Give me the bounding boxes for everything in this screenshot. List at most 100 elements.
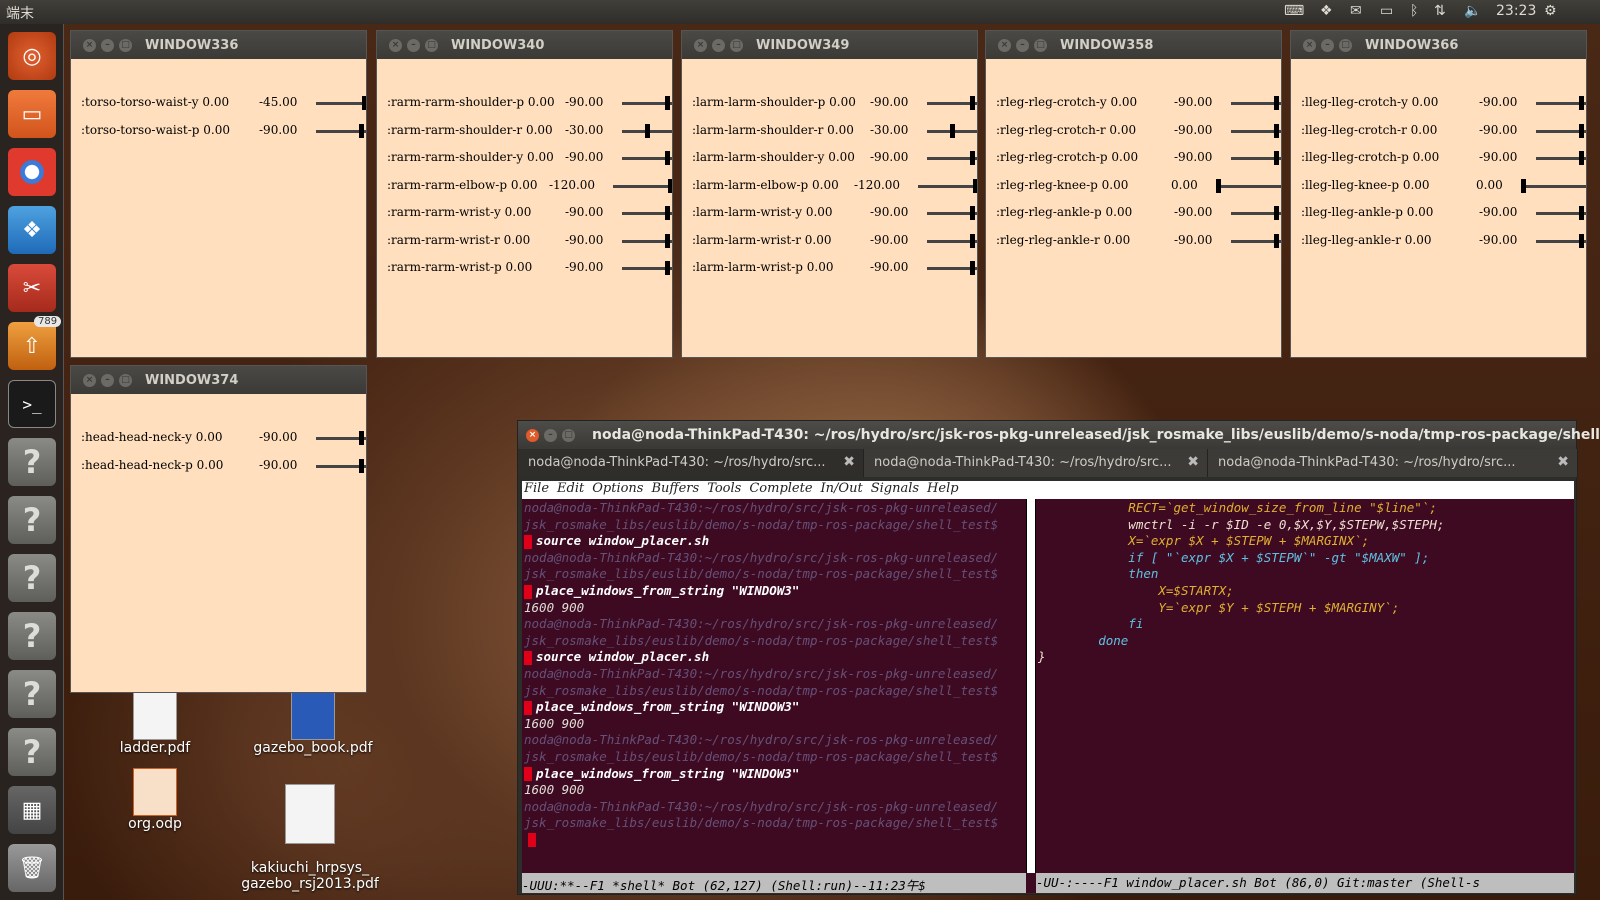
slider-thumb[interactable] xyxy=(664,96,670,110)
joint-slider[interactable] xyxy=(927,261,977,275)
joint-slider[interactable] xyxy=(1536,206,1586,220)
maximize-icon[interactable]: □ xyxy=(562,429,575,442)
maximize-icon[interactable]: □ xyxy=(119,39,132,52)
slider-thumb[interactable] xyxy=(1273,123,1279,138)
joint-slider[interactable] xyxy=(1231,151,1281,165)
close-tab-icon[interactable]: ✖ xyxy=(1557,454,1569,470)
slider-thumb[interactable] xyxy=(1521,178,1526,193)
close-icon[interactable]: × xyxy=(83,374,96,387)
joint-slider[interactable] xyxy=(918,178,977,193)
joint-slider[interactable] xyxy=(622,206,672,220)
minimize-icon[interactable]: – xyxy=(1016,39,1029,52)
joint-slider[interactable] xyxy=(1536,151,1586,165)
terminal-window[interactable]: × – □ noda@noda-ThinkPad-T430: ~/ros/hyd… xyxy=(517,420,1600,895)
emacs-menu-item[interactable]: Help xyxy=(927,481,959,496)
desktop-file-org-odp[interactable]: org.odp xyxy=(110,768,200,832)
gear-icon[interactable]: ⚙ xyxy=(1544,3,1557,19)
settings-icon[interactable]: ✂ xyxy=(8,264,56,312)
slider-thumb[interactable] xyxy=(969,233,975,248)
close-icon[interactable]: × xyxy=(694,39,707,52)
slider-thumb[interactable] xyxy=(362,96,366,110)
joint-slider[interactable] xyxy=(1521,178,1586,193)
joint-slider[interactable] xyxy=(1536,123,1586,138)
dropbox-launcher-icon[interactable]: ❖ xyxy=(8,206,56,254)
unknown-app-icon[interactable]: ? xyxy=(8,554,56,602)
window-titlebar[interactable]: × – □ WINDOW349 xyxy=(682,31,977,59)
joint-slider[interactable] xyxy=(1231,123,1281,138)
slider-thumb[interactable] xyxy=(1578,233,1584,248)
close-icon[interactable]: × xyxy=(389,39,402,52)
joint-slider[interactable] xyxy=(1231,206,1281,220)
emacs-menu-item[interactable]: Tools xyxy=(707,481,741,496)
joint-control-window[interactable]: × – □ WINDOW340:rarm-rarm-shoulder-p 0.00 -9… xyxy=(376,30,673,358)
joint-control-window[interactable]: × – □ WINDOW349:larm-larm-shoulder-p 0.00 -9… xyxy=(681,30,978,358)
terminal-tab[interactable]: noda@noda-ThinkPad-T430: ~/ros/hydro/src… xyxy=(864,449,1208,477)
terminal-icon[interactable]: >_ xyxy=(8,380,56,428)
slider-thumb[interactable] xyxy=(1273,233,1279,248)
unknown-app-icon[interactable]: ? xyxy=(8,670,56,718)
joint-slider[interactable] xyxy=(622,151,672,165)
emacs-menu-item[interactable]: File xyxy=(524,481,549,496)
slider-thumb[interactable] xyxy=(1273,151,1279,165)
emacs-menu-item[interactable]: Buffers xyxy=(651,481,699,496)
joint-slider[interactable] xyxy=(927,96,977,110)
slider-thumb[interactable] xyxy=(950,123,956,138)
window-titlebar[interactable]: × – □ WINDOW340 xyxy=(377,31,672,59)
keyboard-icon[interactable]: ⌨ xyxy=(1284,3,1304,19)
slider-thumb[interactable] xyxy=(1216,178,1221,193)
workspace-switcher-icon[interactable]: ▦ xyxy=(8,786,56,834)
close-tab-icon[interactable]: ✖ xyxy=(1187,454,1199,470)
close-icon[interactable]: × xyxy=(1303,39,1316,52)
maximize-icon[interactable]: □ xyxy=(1339,39,1352,52)
battery-icon[interactable]: ▭ xyxy=(1380,3,1393,19)
emacs-menu-item[interactable]: Complete xyxy=(749,481,812,496)
desktop-file-ladder[interactable]: ladder.pdf xyxy=(110,692,200,756)
slider-thumb[interactable] xyxy=(1273,96,1279,110)
emacs-menu-item[interactable]: Edit xyxy=(557,481,584,496)
joint-slider[interactable] xyxy=(622,96,672,110)
terminal-tab[interactable]: noda@noda-ThinkPad-T430: ~/ros/hydro/src… xyxy=(1208,449,1578,477)
volume-icon[interactable]: 🔈 xyxy=(1464,3,1481,19)
joint-slider[interactable] xyxy=(927,233,977,248)
emacs-frame[interactable]: File Edit Options Buffers Tools Complete In/Ou… xyxy=(522,481,1574,893)
slider-thumb[interactable] xyxy=(969,151,975,165)
joint-slider[interactable] xyxy=(927,151,977,165)
slider-thumb[interactable] xyxy=(358,458,364,473)
close-icon[interactable]: × xyxy=(526,429,539,442)
unknown-app-icon[interactable]: ? xyxy=(8,438,56,486)
joint-slider[interactable] xyxy=(316,431,366,445)
minimize-icon[interactable]: – xyxy=(101,374,114,387)
bluetooth-icon[interactable]: ᛒ xyxy=(1410,3,1418,19)
slider-thumb[interactable] xyxy=(969,261,975,275)
slider-thumb[interactable] xyxy=(1273,206,1279,220)
terminal-titlebar[interactable]: × – □ noda@noda-ThinkPad-T430: ~/ros/hyd… xyxy=(518,421,1600,449)
joint-control-window[interactable]: × – □ WINDOW336:torso-torso-waist-y 0.00 -45… xyxy=(70,30,367,358)
emacs-menu-item[interactable]: In/Out xyxy=(821,481,863,496)
close-icon[interactable]: × xyxy=(83,39,96,52)
close-tab-icon[interactable]: ✖ xyxy=(843,454,855,470)
slider-thumb[interactable] xyxy=(969,206,975,220)
joint-slider[interactable] xyxy=(316,96,366,110)
slider-thumb[interactable] xyxy=(664,261,670,275)
joint-slider[interactable] xyxy=(316,123,366,138)
unknown-app-icon[interactable]: ? xyxy=(8,612,56,660)
joint-slider[interactable] xyxy=(1231,233,1281,248)
slider-thumb[interactable] xyxy=(1578,151,1584,165)
slider-thumb[interactable] xyxy=(969,96,975,110)
joint-slider[interactable] xyxy=(622,233,672,248)
joint-slider[interactable] xyxy=(1536,233,1586,248)
desktop-file-kakiuchi[interactable]: kakiuchi_hrpsys_ gazebo_rsj2013.pdf xyxy=(240,768,380,900)
joint-slider[interactable] xyxy=(316,458,366,473)
slider-thumb[interactable] xyxy=(664,206,670,220)
close-icon[interactable]: × xyxy=(998,39,1011,52)
trash-icon[interactable]: 🗑 xyxy=(8,844,56,892)
slider-thumb[interactable] xyxy=(664,151,670,165)
slider-thumb[interactable] xyxy=(1578,206,1584,220)
slider-thumb[interactable] xyxy=(973,178,977,193)
joint-slider[interactable] xyxy=(927,206,977,220)
window-titlebar[interactable]: × – □ WINDOW366 xyxy=(1291,31,1586,59)
maximize-icon[interactable]: □ xyxy=(119,374,132,387)
minimize-icon[interactable]: – xyxy=(712,39,725,52)
joint-slider[interactable] xyxy=(1536,96,1586,110)
maximize-icon[interactable]: □ xyxy=(425,39,438,52)
